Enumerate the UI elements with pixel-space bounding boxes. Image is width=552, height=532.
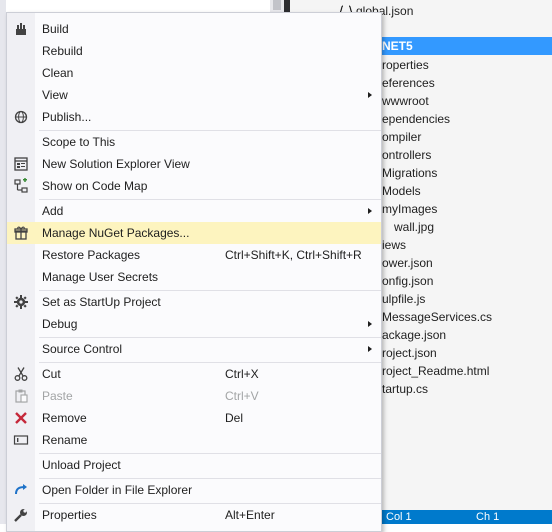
menu-item-cut[interactable]: Cut Ctrl+X xyxy=(7,363,381,385)
tree-item[interactable]: MessageServices.cs xyxy=(382,308,492,326)
menu-item-add[interactable]: Add xyxy=(7,200,381,222)
add-label: Add xyxy=(42,204,64,218)
nuget-package-icon xyxy=(14,226,28,240)
submenu-arrow-icon xyxy=(368,208,372,214)
rebuild-label: Rebuild xyxy=(42,44,83,58)
menu-item-properties[interactable]: Properties Alt+Enter xyxy=(7,504,381,526)
wrench-icon xyxy=(14,509,27,522)
menu-item-remove[interactable]: Remove Del xyxy=(7,407,381,429)
globe-publish-icon xyxy=(14,110,28,124)
tree-item[interactable]: roject.json xyxy=(382,344,437,362)
tree-item[interactable]: ontrollers xyxy=(382,146,431,164)
menu-item-set-as-startup-project[interactable]: Set as StartUp Project xyxy=(7,291,381,313)
set-as-startup-project-label: Set as StartUp Project xyxy=(42,295,161,309)
gear-icon xyxy=(14,295,28,309)
cut-shortcut: Ctrl+X xyxy=(225,367,259,381)
tree-item[interactable]: roject_Readme.html xyxy=(382,362,489,380)
tree-item[interactable]: tartup.cs xyxy=(382,380,428,398)
tree-item[interactable]: onfig.json xyxy=(382,272,433,290)
build-label: Build xyxy=(42,22,69,36)
remove-shortcut: Del xyxy=(225,411,244,425)
scope-to-this-label: Scope to This xyxy=(42,135,116,149)
tree-item[interactable]: eferences xyxy=(382,74,435,92)
menu-item-manage-nuget-packages[interactable]: Manage NuGet Packages... xyxy=(7,222,381,244)
publish-label: Publish... xyxy=(42,110,92,124)
menu-item-unload-project[interactable]: Unload Project xyxy=(7,454,381,476)
submenu-arrow-icon xyxy=(368,321,372,327)
context-menu: Build Rebuild Clean View Publish... Scop… xyxy=(6,12,382,532)
code-map-icon xyxy=(14,178,28,193)
paste-label: Paste xyxy=(42,389,73,403)
restore-packages-shortcut: Ctrl+Shift+K, Ctrl+Shift+R xyxy=(225,248,362,262)
menu-item-view[interactable]: View xyxy=(7,84,381,106)
open-folder-in-file-explorer-label: Open Folder in File Explorer xyxy=(42,483,193,497)
tree-item[interactable]: wall.jpg xyxy=(394,218,434,236)
tree-item[interactable]: ompiler xyxy=(382,128,421,146)
rename-label: Rename xyxy=(42,433,88,447)
solution-explorer-view-icon xyxy=(14,157,28,171)
menu-item-rename[interactable]: Rename xyxy=(7,429,381,451)
tree-item[interactable]: myImages xyxy=(382,200,437,218)
tree-item[interactable]: Models xyxy=(382,182,421,200)
properties-label: Properties xyxy=(42,508,97,522)
build-icon xyxy=(16,23,26,35)
menu-item-restore-packages[interactable]: Restore Packages Ctrl+Shift+K, Ctrl+Shif… xyxy=(7,244,381,266)
menu-item-clean[interactable]: Clean xyxy=(7,62,381,84)
paste-clipboard-icon xyxy=(15,389,28,403)
menu-item-open-folder-in-file-explorer[interactable]: Open Folder in File Explorer xyxy=(7,479,381,501)
remove-label: Remove xyxy=(42,411,87,425)
submenu-arrow-icon xyxy=(368,92,372,98)
menu-item-source-control[interactable]: Source Control xyxy=(7,338,381,360)
open-folder-arrow-icon xyxy=(15,484,27,495)
menu-item-manage-user-secrets[interactable]: Manage User Secrets xyxy=(7,266,381,288)
tree-item[interactable]: ulpfile.js xyxy=(382,290,425,308)
tree-item[interactable]: ependencies xyxy=(382,110,450,128)
restore-packages-label: Restore Packages xyxy=(42,248,141,262)
remove-x-icon xyxy=(15,412,27,424)
rename-icon xyxy=(13,435,29,445)
tree-item[interactable]: iews xyxy=(382,236,406,254)
menu-item-debug[interactable]: Debug xyxy=(7,313,381,335)
new-solution-explorer-view-label: New Solution Explorer View xyxy=(42,157,190,171)
manage-user-secrets-label: Manage User Secrets xyxy=(42,270,159,284)
menu-item-scope-to-this[interactable]: Scope to This xyxy=(7,131,381,153)
view-label: View xyxy=(42,88,68,102)
source-control-label: Source Control xyxy=(42,342,123,356)
menu-item-new-solution-explorer-view[interactable]: New Solution Explorer View xyxy=(7,153,381,175)
status-ch: Ch 1 xyxy=(476,511,500,523)
menu-item-rebuild[interactable]: Rebuild xyxy=(7,40,381,62)
menu-item-publish[interactable]: Publish... xyxy=(7,106,381,128)
cut-label: Cut xyxy=(42,367,61,381)
show-on-code-map-label: Show on Code Map xyxy=(42,179,148,193)
properties-shortcut: Alt+Enter xyxy=(225,508,275,522)
tree-item[interactable]: wwwroot xyxy=(382,92,429,110)
scissors-icon xyxy=(14,367,28,381)
tree-item[interactable]: Migrations xyxy=(382,164,437,182)
unload-project-label: Unload Project xyxy=(42,458,121,472)
tree-item[interactable]: ackage.json xyxy=(382,326,446,344)
paste-shortcut: Ctrl+V xyxy=(225,389,259,403)
manage-nuget-packages-label: Manage NuGet Packages... xyxy=(42,226,190,240)
tree-item[interactable]: roperties xyxy=(382,56,429,74)
menu-item-build[interactable]: Build xyxy=(7,18,381,40)
scrollbar-thumb[interactable] xyxy=(273,0,281,10)
menu-item-paste[interactable]: Paste Ctrl+V xyxy=(7,385,381,407)
submenu-arrow-icon xyxy=(368,346,372,352)
tree-item[interactable]: ower.json xyxy=(382,254,433,272)
debug-label: Debug xyxy=(42,317,78,331)
menu-item-show-on-code-map[interactable]: Show on Code Map xyxy=(7,175,381,197)
clean-label: Clean xyxy=(42,66,74,80)
status-col: Col 1 xyxy=(386,511,412,523)
